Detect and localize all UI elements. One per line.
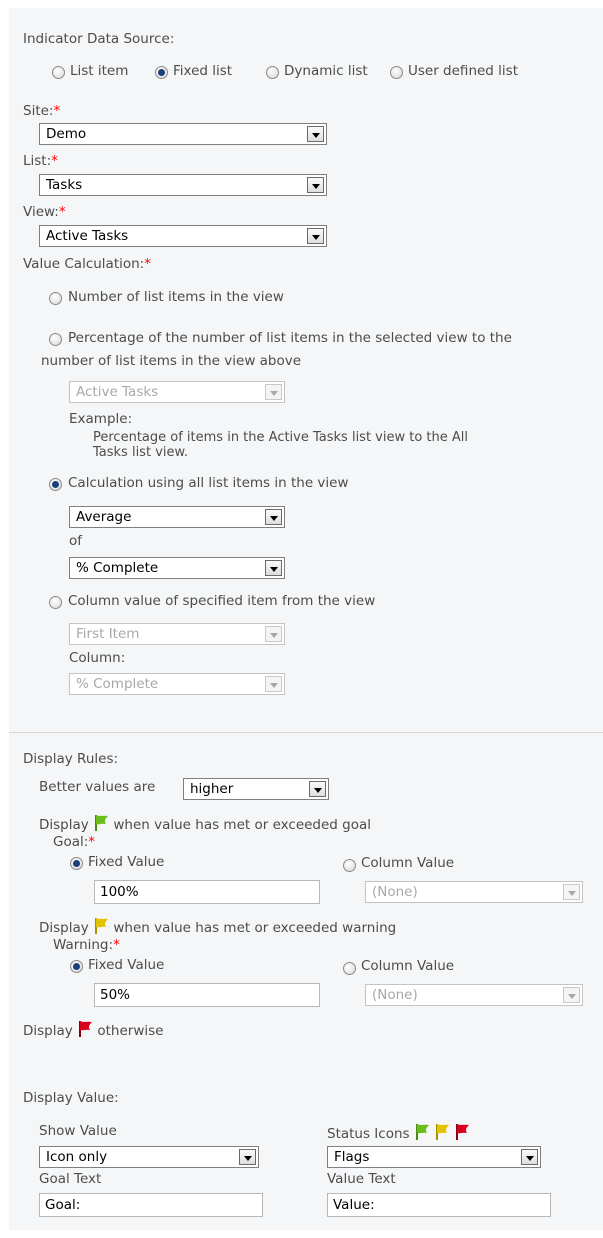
chevron-down-icon [309, 781, 326, 797]
of-label: of [69, 533, 83, 549]
warning-rule-text: Display when value has met or exceeded w… [39, 917, 396, 936]
radio-percentage-label-line1[interactable]: Percentage of the number of list items i… [68, 330, 512, 346]
chevron-down-icon [563, 884, 580, 900]
radio-calculation[interactable] [49, 478, 62, 491]
example-label: Example: [69, 411, 133, 427]
warning-label: Warning:* [53, 937, 120, 953]
yellow-flag-icon [95, 918, 109, 934]
goal-rule-text: Display when value has met or exceeded g… [39, 814, 371, 833]
otherwise-rule-text: Display otherwise [23, 1020, 163, 1039]
radio-user-defined-list-label[interactable]: User defined list [408, 63, 518, 79]
chevron-down-icon [265, 626, 282, 642]
warning-column-value-radio[interactable] [343, 962, 356, 975]
chevron-down-icon [563, 987, 580, 1003]
warning-fixed-value-label[interactable]: Fixed Value [88, 957, 164, 973]
goal-column-value-label[interactable]: Column Value [361, 855, 454, 871]
radio-fixed-list[interactable] [155, 66, 168, 79]
goal-text-input[interactable]: Goal: [39, 1193, 263, 1217]
radio-list-item-label[interactable]: List item [70, 63, 128, 79]
display-rules-label: Display Rules: [23, 751, 119, 767]
radio-percentage-label-line2[interactable]: number of list items in the view above [41, 353, 301, 369]
indicator-settings-panel: Indicator Data Source: List item Fixed l… [9, 8, 603, 1230]
percentage-view-select: Active Tasks [69, 381, 285, 403]
chevron-down-icon [265, 676, 282, 692]
item-select: First Item [69, 623, 285, 645]
radio-column-value[interactable] [49, 596, 62, 609]
example-text: Percentage of items in the Active Tasks … [93, 430, 469, 460]
site-label: Site:* [23, 103, 61, 119]
red-flag-icon [456, 1124, 470, 1140]
value-calculation-label: Value Calculation:* [23, 256, 151, 272]
radio-fixed-list-label[interactable]: Fixed list [173, 63, 232, 79]
warning-value-input[interactable]: 50% [94, 983, 320, 1007]
chevron-down-icon [307, 126, 324, 142]
radio-dynamic-list-label[interactable]: Dynamic list [284, 63, 368, 79]
green-flag-icon [415, 1124, 429, 1140]
red-flag-icon [79, 1021, 93, 1037]
goal-fixed-value-radio[interactable] [70, 857, 83, 870]
radio-user-defined-list[interactable] [390, 66, 403, 79]
radio-list-item[interactable] [52, 66, 65, 79]
green-flag-icon [95, 815, 109, 831]
goal-column-select: (None) [365, 881, 583, 903]
chevron-down-icon [239, 1149, 256, 1165]
radio-column-value-label[interactable]: Column value of specified item from the … [68, 593, 375, 609]
display-value-label: Display Value: [23, 1090, 119, 1106]
warning-column-select: (None) [365, 984, 583, 1006]
data-source-label: Indicator Data Source: [23, 31, 175, 47]
goal-text-label: Goal Text [39, 1171, 102, 1187]
show-value-select[interactable]: Icon only [39, 1146, 259, 1168]
status-icons-label: Status Icons [327, 1123, 470, 1142]
value-text-input[interactable]: Value: [327, 1193, 551, 1217]
better-values-select[interactable]: higher [183, 778, 329, 800]
view-select[interactable]: Active Tasks [39, 225, 327, 247]
radio-dynamic-list[interactable] [266, 66, 279, 79]
goal-label: Goal:* [53, 834, 96, 850]
chevron-down-icon [265, 560, 282, 576]
radio-number-of-items[interactable] [49, 292, 62, 305]
chevron-down-icon [307, 228, 324, 244]
goal-value-input[interactable]: 100% [94, 880, 320, 904]
list-select[interactable]: Tasks [39, 174, 327, 196]
value-text-label: Value Text [327, 1171, 396, 1187]
calc-function-select[interactable]: Average [69, 506, 285, 528]
site-select[interactable]: Demo [39, 123, 327, 145]
chevron-down-icon [307, 177, 324, 193]
yellow-flag-icon [436, 1124, 450, 1140]
radio-number-of-items-label[interactable]: Number of list items in the view [68, 289, 284, 305]
better-values-label: Better values are [39, 779, 156, 795]
section-divider [9, 732, 603, 733]
chevron-down-icon [265, 509, 282, 525]
list-label: List:* [23, 153, 58, 169]
warning-column-value-label[interactable]: Column Value [361, 958, 454, 974]
show-value-label: Show Value [39, 1123, 117, 1139]
chevron-down-icon [265, 384, 282, 400]
column-label: Column: [69, 650, 126, 666]
warning-fixed-value-radio[interactable] [70, 960, 83, 973]
goal-fixed-value-label[interactable]: Fixed Value [88, 854, 164, 870]
status-icons-select[interactable]: Flags [327, 1146, 541, 1168]
radio-percentage[interactable] [49, 333, 62, 346]
chevron-down-icon [521, 1149, 538, 1165]
goal-column-value-radio[interactable] [343, 859, 356, 872]
calc-column-select[interactable]: % Complete [69, 557, 285, 579]
radio-calculation-label[interactable]: Calculation using all list items in the … [68, 475, 349, 491]
view-label: View:* [23, 204, 66, 220]
column-select: % Complete [69, 673, 285, 695]
